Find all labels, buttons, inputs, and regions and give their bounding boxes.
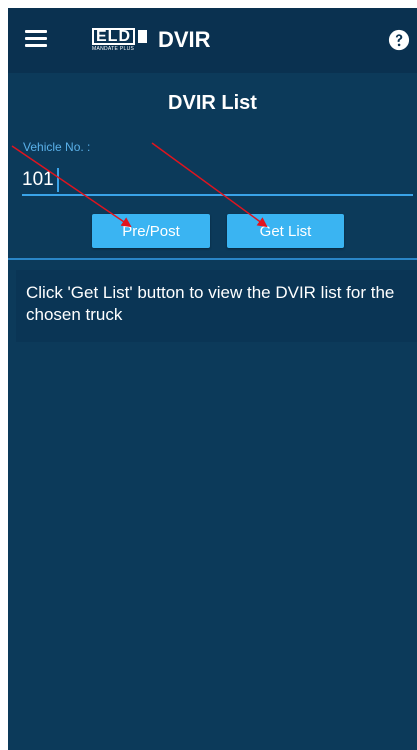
info-message-box: Click 'Get List' button to view the DVIR… bbox=[16, 270, 417, 342]
app-bar: ELD MANDATE PLUS DVIR bbox=[8, 8, 417, 73]
get-list-button[interactable]: Get List bbox=[227, 214, 344, 248]
app-screen: ELD MANDATE PLUS DVIR DVIR List Vehicle … bbox=[8, 8, 417, 750]
page-title: DVIR List bbox=[168, 92, 257, 114]
help-circle-icon[interactable] bbox=[388, 29, 410, 51]
app-title: DVIR bbox=[158, 27, 211, 52]
vehicle-number-input[interactable] bbox=[22, 166, 413, 196]
text-cursor bbox=[57, 168, 59, 192]
hamburger-menu-icon[interactable] bbox=[25, 30, 47, 48]
eld-logo: ELD MANDATE PLUS bbox=[92, 28, 152, 54]
logo-text: ELD bbox=[92, 28, 135, 45]
info-message-text: Click 'Get List' button to view the DVIR… bbox=[26, 283, 395, 324]
logo-subtext: MANDATE PLUS bbox=[92, 46, 135, 52]
section-divider bbox=[8, 258, 417, 260]
vehicle-number-label: Vehicle No. : bbox=[23, 140, 91, 154]
pre-post-button[interactable]: Pre/Post bbox=[92, 214, 210, 248]
